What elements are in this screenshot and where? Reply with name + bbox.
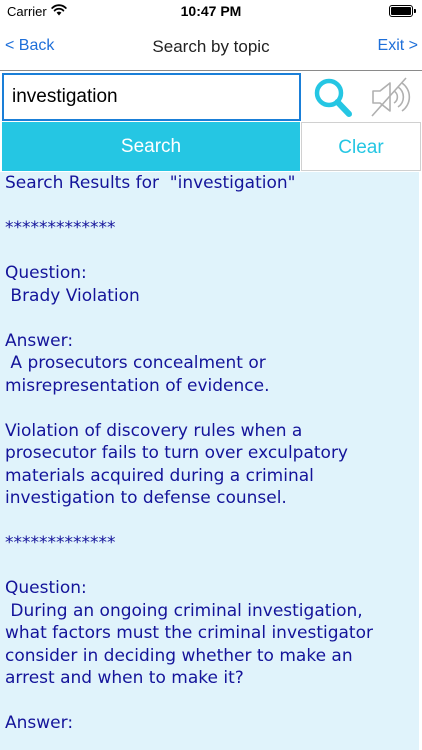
navigation-bar: < Back Search by topic Exit > <box>0 22 422 70</box>
search-row <box>0 70 422 122</box>
search-input[interactable] <box>2 73 301 121</box>
clear-button[interactable]: Clear <box>301 122 421 171</box>
result-separator: ************* <box>5 218 116 238</box>
question-text: During an ongoing criminal investigation… <box>5 600 373 689</box>
question-label: Question: <box>5 263 87 283</box>
clock: 10:47 PM <box>180 3 242 19</box>
question-label: Question: <box>5 578 87 598</box>
mute-button[interactable] <box>362 72 420 122</box>
search-button[interactable]: Search <box>2 122 300 171</box>
search-results-panel[interactable]: Search Results for "investigation" *****… <box>0 172 422 750</box>
answer-label: Answer: <box>5 330 74 351</box>
result-separator: ************* <box>5 533 116 553</box>
results-heading: Search Results for "investigation" <box>5 173 296 193</box>
page-title: Search by topic <box>152 37 270 56</box>
question-text: Brady Violation <box>5 285 140 306</box>
answer-text: A prosecutors concealment or misrepresen… <box>5 353 270 396</box>
answer-label: Answer: <box>5 713 74 733</box>
search-icon-button[interactable] <box>305 72 361 122</box>
magnifier-icon <box>314 78 352 117</box>
speaker-muted-icon <box>371 77 411 117</box>
status-bar: Carrier 10:47 PM <box>0 0 422 22</box>
answer-text: Violation of discovery rules when a pros… <box>5 420 348 509</box>
action-row: Search Clear <box>0 122 422 172</box>
exit-button[interactable]: Exit > <box>378 37 418 55</box>
battery-icon <box>389 5 416 17</box>
